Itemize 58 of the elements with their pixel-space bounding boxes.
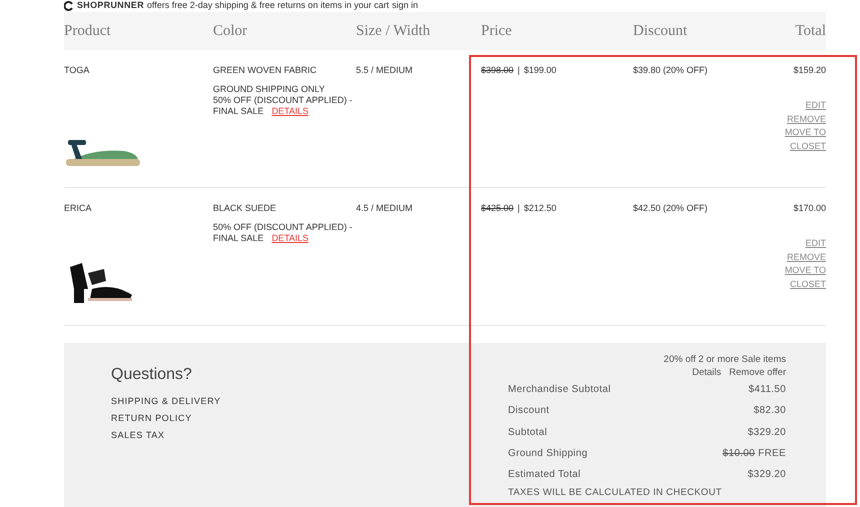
product-note: GROUND SHIPPING ONLY [213,84,325,95]
logo-icon [64,0,74,10]
total-value: $159.20 [792,65,826,76]
banner-text: offers free 2-day shipping & free returns on items in your cart [147,0,389,11]
summary-label: Subtotal [508,426,548,440]
offer-text: 20% off 2 or more Sale items [662,353,786,366]
column-header: Size / Width [356,22,432,41]
total-value: $170.00 [792,203,826,214]
discount-value: $42.50 (20% OFF) [633,203,709,215]
move-to-closet-link[interactable]: MOVE TO CLOSET [780,264,826,291]
edit-link[interactable]: EDIT [805,99,826,112]
remove-link[interactable]: REMOVE [786,112,826,126]
product-note: 50% OFF (DISCOUNT APPLIED) - [213,222,352,233]
color-name: BLACK SUEDE [213,203,278,214]
tax-note: TAXES WILL BE CALCULATED IN CHECKOUT [508,486,723,500]
column-header: Color [213,22,248,41]
product-name[interactable]: TOGA [64,65,213,76]
summary-value: $329.20 [748,426,786,438]
size-value: 5.5 / MEDIUM [356,65,414,77]
questions-title: Questions? [111,365,193,384]
column-header: Total [794,22,826,41]
move-to-closet-link[interactable]: MOVE TO CLOSET [780,126,826,153]
summary-label: Estimated Total [508,468,581,482]
edit-link[interactable]: EDIT [805,237,826,250]
summary-value: $411.50 [748,384,786,396]
product-name[interactable]: ERICA [64,203,213,214]
summary-value: $82.30 [754,405,786,416]
price-separator: | [518,203,520,213]
price-separator: | [518,65,520,75]
details-link[interactable]: DETAILS [272,106,309,117]
offer-details-link[interactable]: Details [692,366,722,379]
sign-in-link[interactable]: sign in [392,0,418,11]
product-note: FINAL SALE [213,233,264,244]
summary-label: Ground Shipping [508,447,588,462]
remove-offer-link[interactable]: Remove offer [729,366,786,379]
discount-value: $39.80 (20% OFF) [633,65,709,77]
help-link[interactable]: SHIPPING & DELIVERY [111,393,221,410]
remove-link[interactable]: REMOVE [786,250,826,264]
column-header: Price [481,22,513,41]
summary-value: $329.20 [748,469,786,480]
sale-price: $199.00 [524,65,556,75]
summary-value: FREE [758,448,786,460]
color-name: GREEN WOVEN FABRIC [213,65,318,76]
column-header: Discount [633,22,688,41]
brand-name: SHOPRUNNER [77,0,144,11]
product-note: FINAL SALE [213,106,264,117]
summary-label: Discount [508,404,550,418]
help-link[interactable]: SALES TAX [111,427,165,444]
original-price: $425.00 [481,203,514,213]
original-price: $398.00 [481,65,514,75]
original-shipping-price: $10.00 [722,448,756,460]
help-link[interactable]: RETURN POLICY [111,410,192,428]
summary-label: Merchandise Subtotal [508,383,611,398]
sale-price: $212.50 [524,203,556,213]
column-header: Product [64,22,112,41]
size-value: 4.5 / MEDIUM [356,203,414,215]
product-note: 50% OFF (DISCOUNT APPLIED) - [213,95,352,106]
details-link[interactable]: DETAILS [272,233,309,244]
